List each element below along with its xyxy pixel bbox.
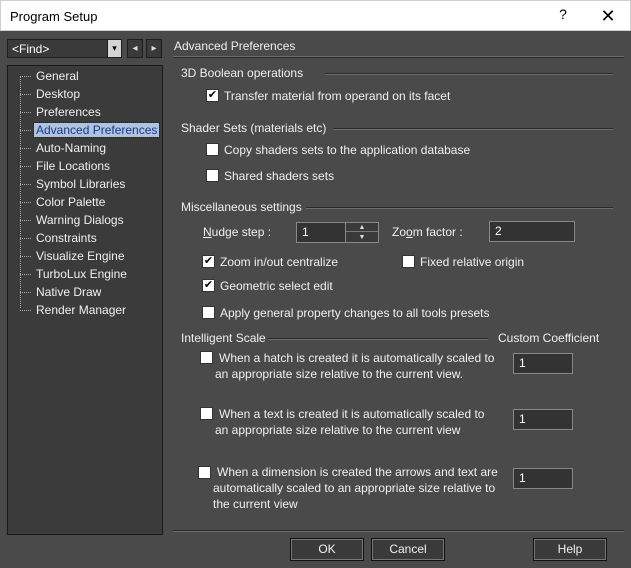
tree-item-general[interactable]: General	[20, 69, 81, 85]
tree-item-label: Desktop	[36, 87, 81, 101]
tree-item-native-draw[interactable]: Native Draw	[20, 285, 103, 301]
tree-item-label: Visualize Engine	[36, 249, 125, 263]
tree-item-label: Symbol Libraries	[36, 177, 126, 191]
tree-item-label: Native Draw	[36, 285, 102, 299]
geometric-select-checkbox[interactable]: Geometric select edit	[202, 279, 333, 295]
misc-heading: Miscellaneous settings	[181, 200, 302, 214]
category-tree[interactable]: General Desktop Preferences Advanced Pre…	[7, 65, 163, 535]
checkbox-label: Shared shaders sets	[224, 169, 335, 183]
checkbox-checked	[202, 279, 215, 293]
title-bar: Program Setup ? ✕	[0, 0, 631, 31]
checkbox-label: Zoom in/out centralize	[220, 255, 339, 269]
panel-title-divider	[173, 56, 624, 58]
find-value: <Find>	[12, 42, 50, 56]
tree-item-advanced-preferences[interactable]: Advanced Preferences	[20, 122, 161, 139]
hatch-scale-checkbox[interactable]	[200, 351, 218, 367]
tree-item-constraints[interactable]: Constraints	[20, 231, 99, 247]
zoom-factor-label: Zoom factor :	[392, 225, 463, 239]
tree-item-label: Auto-Naming	[36, 141, 107, 155]
spin-down-icon[interactable]: ▼	[346, 233, 378, 242]
fixed-origin-checkbox[interactable]: Fixed relative origin	[402, 255, 524, 271]
tree-item-render-manager[interactable]: Render Manager	[20, 303, 128, 319]
checkbox-unchecked	[206, 169, 219, 183]
tree-item-color-palette[interactable]: Color Palette	[20, 195, 107, 211]
help-icon[interactable]: ?	[554, 6, 572, 26]
tree-item-label: Warning Dialogs	[36, 213, 124, 227]
cancel-button[interactable]: Cancel	[371, 538, 445, 561]
tree-item-warning-dialogs[interactable]: Warning Dialogs	[20, 213, 126, 229]
checkbox-unchecked	[202, 306, 215, 320]
chevron-down-icon[interactable]: ▾	[107, 40, 121, 57]
window-title: Program Setup	[10, 9, 98, 24]
tree-item-label: Preferences	[36, 105, 101, 119]
misc-divider	[306, 207, 613, 209]
tree-item-symbol-libraries[interactable]: Symbol Libraries	[20, 177, 127, 193]
text-coefficient-input[interactable]: 1	[513, 409, 573, 430]
checkbox-label: Geometric select edit	[220, 279, 333, 293]
panel-title: Advanced Preferences	[174, 39, 296, 53]
checkbox-unchecked	[200, 407, 213, 421]
boolean-heading: 3D Boolean operations	[181, 66, 304, 80]
tree-item-label: General	[36, 69, 79, 83]
scale-heading: Intelligent Scale	[181, 331, 266, 345]
tree-item-label: Color Palette	[36, 195, 106, 209]
tree-item-turbolux-engine[interactable]: TurboLux Engine	[20, 267, 129, 283]
checkbox-label: Fixed relative origin	[420, 255, 525, 269]
ok-button[interactable]: OK	[290, 538, 364, 561]
tree-item-label: TurboLux Engine	[36, 267, 127, 281]
dimension-coefficient-input[interactable]: 1	[513, 468, 573, 489]
checkbox-unchecked	[206, 143, 219, 157]
nudge-step-label: Nudge step :	[203, 225, 272, 239]
tree-item-auto-naming[interactable]: Auto-Naming	[20, 141, 108, 157]
scale-divider	[268, 338, 488, 340]
find-forward-button[interactable]: ▸	[146, 39, 162, 58]
close-icon[interactable]: ✕	[595, 4, 621, 28]
find-back-button[interactable]: ◂	[127, 39, 143, 58]
shaders-heading: Shader Sets (materials etc)	[181, 121, 327, 135]
tree-item-preferences[interactable]: Preferences	[20, 105, 103, 121]
checkbox-checked	[202, 255, 215, 269]
checkbox-label: Apply general property changes to all to…	[220, 306, 490, 320]
boolean-divider	[325, 73, 613, 75]
spin-up-icon[interactable]: ▲	[346, 223, 378, 232]
hatch-coefficient-input[interactable]: 1	[513, 353, 573, 374]
button-row-divider	[173, 530, 624, 532]
find-combo[interactable]: <Find> ▾	[7, 39, 122, 58]
apply-general-checkbox[interactable]: Apply general property changes to all to…	[202, 306, 490, 322]
nudge-step-input[interactable]: 1	[296, 222, 346, 243]
dimension-scale-text: When a dimension is created the arrows a…	[213, 465, 498, 511]
copy-shaders-checkbox[interactable]: Copy shaders sets to the application dat…	[206, 143, 470, 159]
zoom-centralize-checkbox[interactable]: Zoom in/out centralize	[202, 255, 338, 271]
checkbox-unchecked	[200, 351, 213, 365]
checkbox-checked	[206, 89, 219, 103]
text-scale-checkbox[interactable]	[200, 407, 218, 423]
zoom-factor-input[interactable]: 2	[489, 221, 575, 242]
tree-item-file-locations[interactable]: File Locations	[20, 159, 112, 175]
checkbox-label: Transfer material from operand on its fa…	[224, 89, 451, 103]
tree-item-label: Render Manager	[36, 303, 127, 317]
custom-coefficient-heading: Custom Coefficient	[498, 331, 600, 345]
checkbox-unchecked	[198, 466, 211, 480]
hatch-scale-text: When a hatch is created it is automatica…	[215, 351, 495, 381]
text-scale-text: When a text is created it is automatical…	[215, 407, 485, 437]
transfer-material-checkbox[interactable]: Transfer material from operand on its fa…	[206, 89, 450, 105]
tree-item-label: File Locations	[36, 159, 111, 173]
nudge-step-spinner[interactable]: ▲ ▼	[345, 222, 379, 243]
shaders-divider	[333, 128, 613, 130]
checkbox-label: Copy shaders sets to the application dat…	[224, 143, 471, 157]
shared-shaders-checkbox[interactable]: Shared shaders sets	[206, 169, 334, 185]
help-button[interactable]: Help	[533, 538, 607, 561]
tree-item-label: Advanced Preferences	[32, 122, 161, 138]
checkbox-unchecked	[402, 255, 415, 269]
tree-item-label: Constraints	[36, 231, 97, 245]
dialog-body: <Find> ▾ ◂ ▸ General Desktop Preferences…	[0, 31, 631, 568]
tree-item-visualize-engine[interactable]: Visualize Engine	[20, 249, 127, 265]
tree-item-desktop[interactable]: Desktop	[20, 87, 82, 103]
